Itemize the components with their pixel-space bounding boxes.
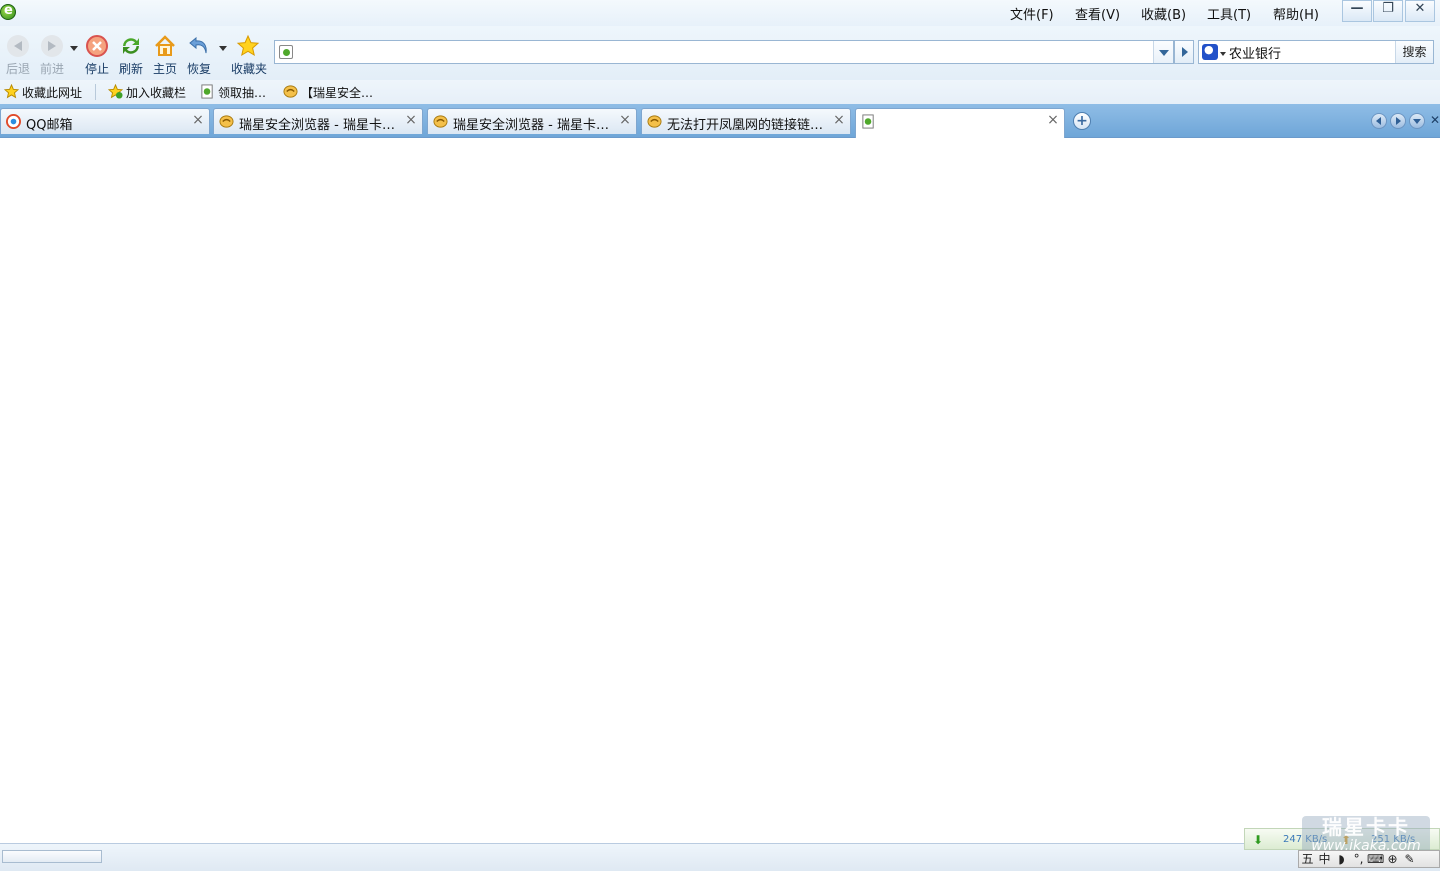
tab-bar: QQ邮箱 × 瑞星安全浏览器 - 瑞星卡… × 瑞星安全浏览器 - 瑞星卡… ×…	[0, 104, 1440, 138]
forward-arrow-icon	[41, 35, 63, 57]
rising-icon	[647, 115, 662, 128]
ime-mode-icon[interactable]: 五	[1299, 851, 1316, 867]
rising-icon	[433, 115, 448, 128]
back-arrow-icon	[7, 35, 29, 57]
tab-close-icon[interactable]: ×	[405, 113, 417, 127]
tab-ifeng-link[interactable]: 无法打开凤凰网的链接链… ×	[641, 108, 851, 134]
stop-icon	[86, 35, 108, 57]
ime-halfwidth-icon[interactable]: ◗	[1333, 851, 1350, 867]
browser-logo-icon	[0, 3, 16, 20]
home-icon	[155, 35, 175, 56]
favorites-bar: 收藏此网址 加入收藏栏 领取抽… 【瑞星安全…	[0, 80, 1440, 104]
undo-icon	[189, 36, 207, 54]
download-arrow-icon: ⬇	[1253, 833, 1264, 847]
new-tab-button[interactable]: +	[1073, 112, 1091, 130]
refresh-icon	[123, 38, 139, 54]
ime-punctuation-icon[interactable]: °,	[1350, 851, 1367, 867]
tab-list-dropdown-icon[interactable]	[1409, 113, 1425, 129]
restore-button[interactable]: ❐	[1373, 0, 1403, 22]
page-icon	[279, 45, 293, 59]
status-bar	[0, 843, 1440, 871]
home-button[interactable]: 主页	[148, 34, 182, 78]
search-button[interactable]: 搜索	[1395, 41, 1433, 63]
qq-mail-icon	[6, 114, 21, 129]
page-icon	[201, 84, 213, 99]
fav-item-lottery[interactable]: 领取抽…	[200, 84, 266, 100]
ime-toolbar[interactable]: 五中 ◗ °, ⌨ ⊕ ✎	[1298, 850, 1440, 868]
tab-blank-active[interactable]: ×	[855, 108, 1065, 138]
menu-view[interactable]: 查看(V)	[1075, 4, 1120, 23]
star-add-icon	[108, 84, 123, 99]
baidu-paw-icon[interactable]	[1202, 43, 1218, 60]
menu-favorites[interactable]: 收藏(B)	[1141, 4, 1186, 23]
ime-settings-icon[interactable]: ✎	[1401, 851, 1418, 867]
back-button[interactable]: 后退	[1, 34, 35, 78]
tab-close-icon[interactable]: ×	[192, 113, 204, 127]
close-tab-bar-icon[interactable]: ✕	[1430, 113, 1440, 127]
tab-close-icon[interactable]: ×	[619, 113, 631, 127]
stop-button[interactable]: 停止	[80, 34, 114, 78]
fav-add-to-bar[interactable]: 加入收藏栏	[108, 84, 186, 100]
menu-help[interactable]: 帮助(H)	[1273, 4, 1319, 23]
tab-close-icon[interactable]: ×	[833, 113, 845, 127]
tab-close-icon[interactable]: ×	[1047, 113, 1059, 127]
separator	[95, 84, 96, 100]
forward-button[interactable]: 前进	[35, 34, 69, 78]
star-icon	[4, 84, 19, 99]
search-input[interactable]	[1229, 43, 1389, 61]
progress-bar	[2, 850, 102, 863]
fav-add-this-site[interactable]: 收藏此网址	[4, 84, 82, 100]
history-dropdown-icon[interactable]	[70, 46, 78, 51]
star-icon	[236, 34, 260, 57]
favorites-button[interactable]: 收藏夹	[231, 34, 267, 78]
tab-qq-mail[interactable]: QQ邮箱 ×	[0, 108, 210, 134]
refresh-button[interactable]: 刷新	[114, 34, 148, 78]
fav-item-rising[interactable]: 【瑞星安全…	[283, 84, 373, 100]
minimize-button[interactable]: —	[1342, 0, 1372, 22]
rising-icon	[219, 115, 234, 128]
tab-rising-browser-2[interactable]: 瑞星安全浏览器 - 瑞星卡… ×	[427, 108, 637, 134]
ime-chinese-toggle[interactable]: 中	[1316, 851, 1333, 867]
engine-dropdown-icon[interactable]	[1220, 52, 1226, 56]
rising-icon	[283, 85, 298, 98]
url-input[interactable]	[299, 43, 1149, 61]
tab-scroll-left-icon[interactable]	[1371, 113, 1387, 129]
menu-file[interactable]: 文件(F)	[1010, 4, 1054, 23]
address-bar[interactable]	[274, 40, 1174, 64]
restore-dropdown-icon[interactable]	[219, 46, 227, 51]
menu-tools[interactable]: 工具(T)	[1207, 4, 1251, 23]
title-bar: 文件(F) 查看(V) 收藏(B) 工具(T) 帮助(H) — ❐ ✕	[0, 0, 1440, 26]
tab-rising-browser-1[interactable]: 瑞星安全浏览器 - 瑞星卡… ×	[213, 108, 423, 134]
search-box[interactable]: 搜索	[1198, 40, 1434, 64]
undo-close-button[interactable]: 恢复	[182, 34, 216, 78]
address-dropdown-button[interactable]	[1153, 41, 1173, 63]
go-button[interactable]	[1174, 40, 1194, 64]
ime-keyboard-icon[interactable]: ⌨	[1367, 851, 1384, 867]
page-content[interactable]	[0, 138, 1440, 843]
tab-scroll-right-icon[interactable]	[1390, 113, 1406, 129]
page-icon	[862, 114, 874, 129]
ime-toolbox-icon[interactable]: ⊕	[1384, 851, 1401, 867]
close-button[interactable]: ✕	[1405, 0, 1435, 22]
